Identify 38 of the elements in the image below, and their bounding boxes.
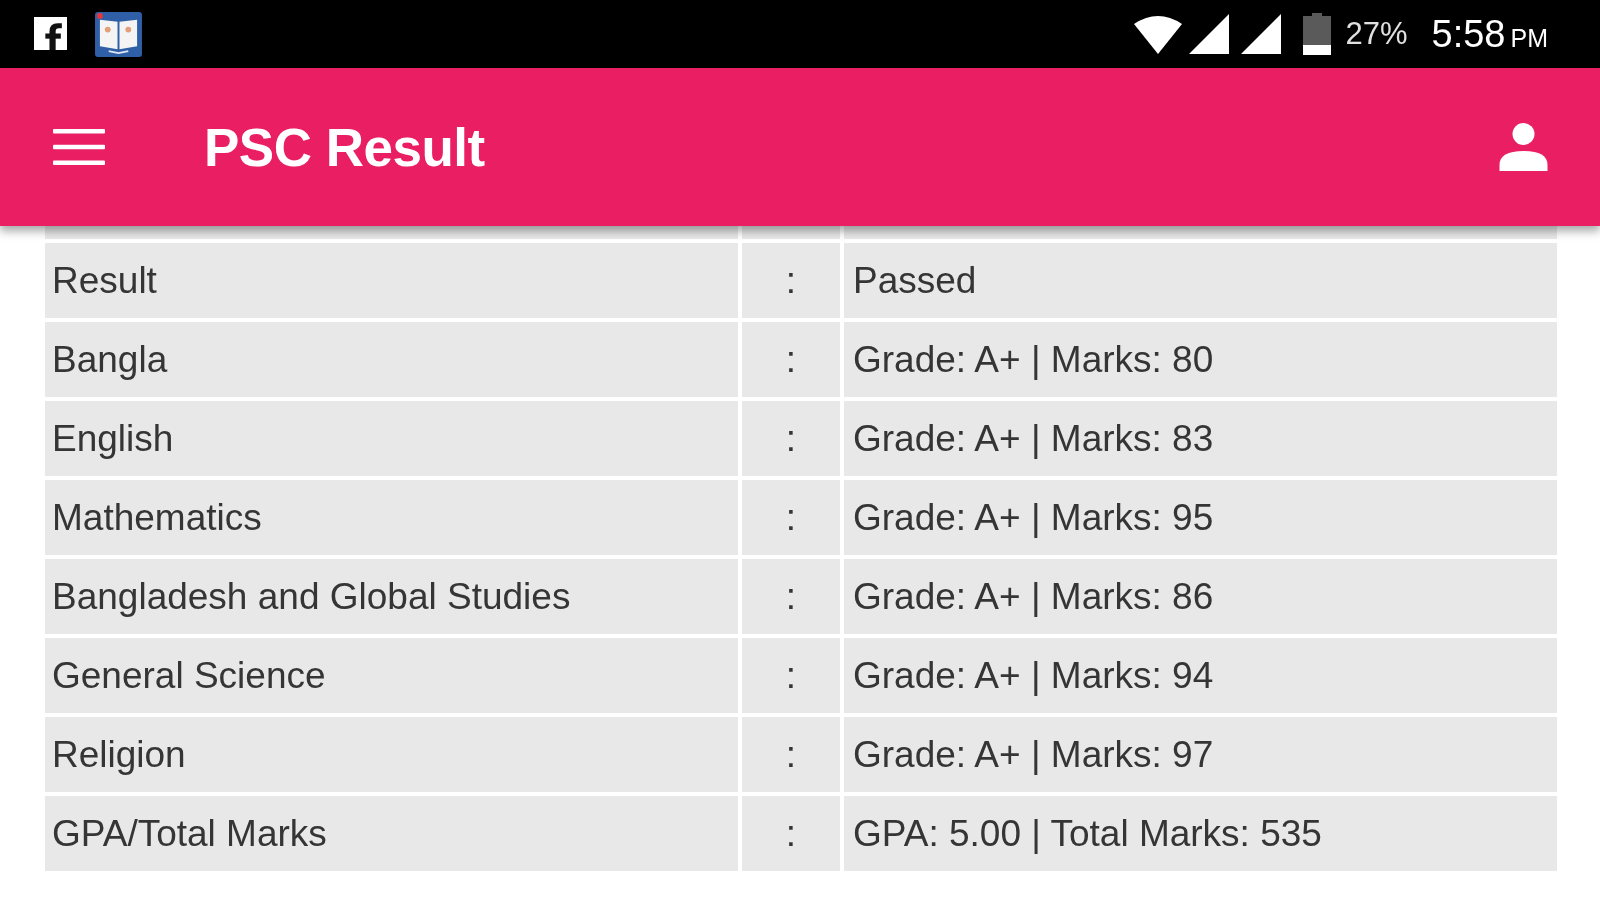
- app-title: PSC Result: [204, 116, 485, 178]
- person-icon: [1499, 123, 1548, 171]
- battery-percent: 27%: [1345, 16, 1408, 52]
- table-cell: :: [742, 559, 840, 634]
- table-cell: Religion: [45, 717, 738, 792]
- table-cell: Grade: A+ | Marks: 94: [844, 638, 1557, 713]
- signal-icon: [1241, 14, 1282, 54]
- table-cell: Bangladesh and Global Studies: [45, 559, 738, 634]
- profile-button[interactable]: [1499, 123, 1548, 171]
- table-cell: Passed: [844, 243, 1557, 318]
- table-cell: General Science: [45, 638, 738, 713]
- table-cell: English: [45, 401, 738, 476]
- f-logo-icon: [34, 16, 67, 50]
- table-cell: GPA/Total Marks: [45, 796, 738, 871]
- table-cell: :: [742, 480, 840, 555]
- signal-icon: [1189, 14, 1230, 54]
- table-cell: Result: [45, 243, 738, 318]
- table-cell: Grade: A+ | Marks: 80: [844, 322, 1557, 397]
- table-cell: :: [742, 401, 840, 476]
- table-cell: :: [742, 638, 840, 713]
- table-cell: Grade: A+ | Marks: 86: [844, 559, 1557, 634]
- clock-time: 5:58: [1431, 12, 1506, 56]
- table-cell: :: [742, 796, 840, 871]
- table-cell: :: [742, 243, 840, 318]
- table-cell: GPA: 5.00 | Total Marks: 535: [844, 796, 1557, 871]
- menu-icon: [53, 129, 105, 165]
- table-cell: :: [742, 322, 840, 397]
- table-cell: Grade: A+ | Marks: 83: [844, 401, 1557, 476]
- table-cell: Bangla: [45, 322, 738, 397]
- book-icon: [95, 11, 142, 57]
- clock-period: PM: [1510, 24, 1548, 53]
- table-cell: Grade: A+ | Marks: 95: [844, 480, 1557, 555]
- table-cell: :: [742, 717, 840, 792]
- menu-button[interactable]: [53, 129, 105, 165]
- table-cell: Mathematics: [45, 480, 738, 555]
- wifi-icon: [1134, 14, 1183, 54]
- battery-icon: [1303, 13, 1332, 55]
- table-cell: Grade: A+ | Marks: 97: [844, 717, 1557, 792]
